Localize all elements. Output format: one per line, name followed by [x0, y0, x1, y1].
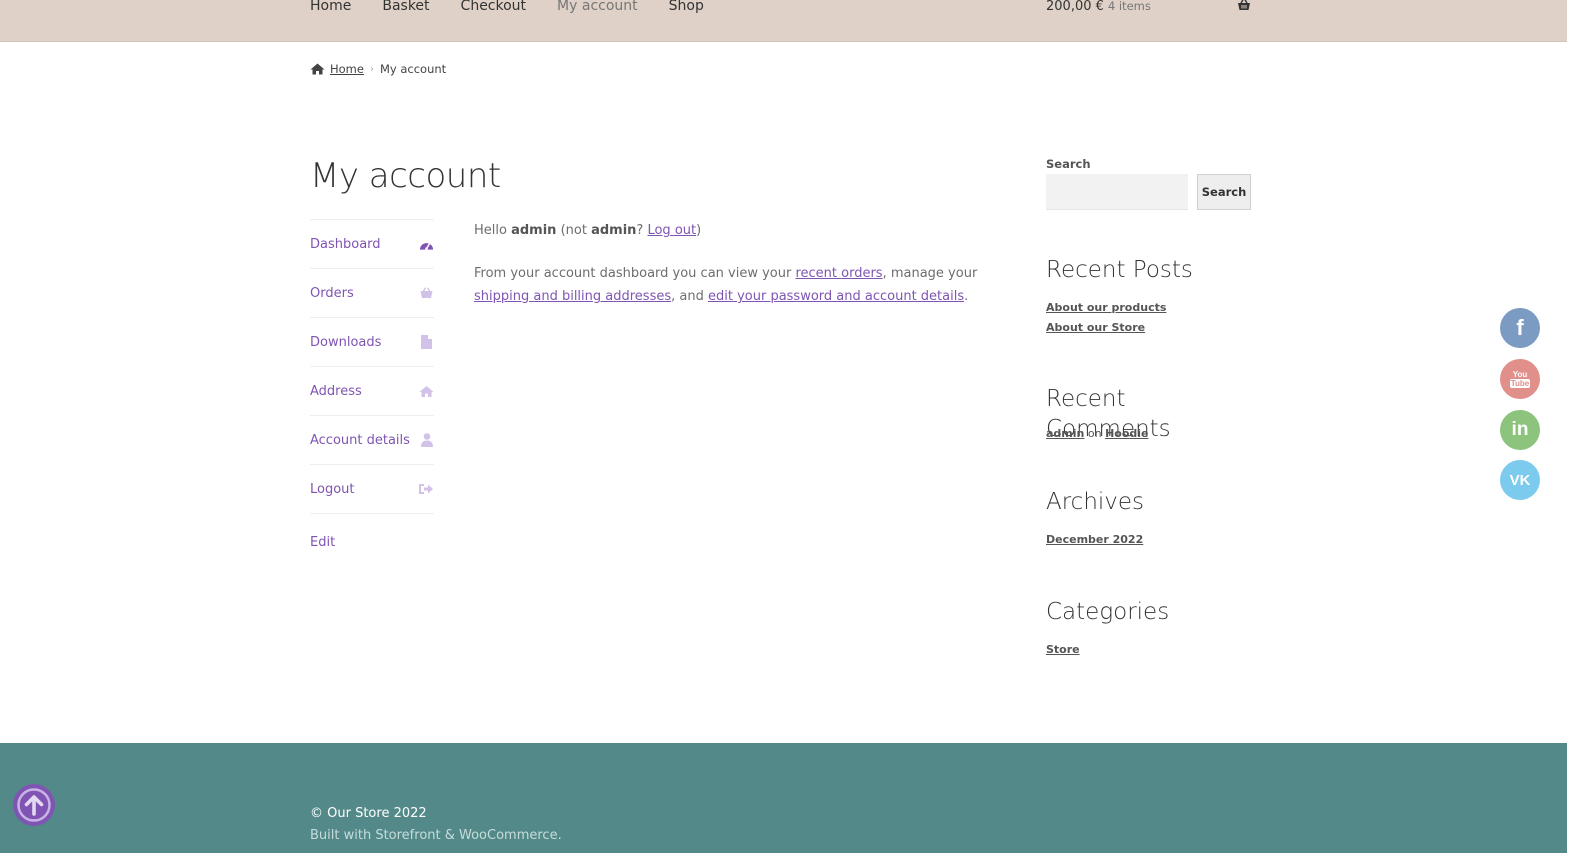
username: admin — [511, 223, 557, 238]
youtube-icon[interactable]: You Tube — [1500, 359, 1540, 399]
recent-comment: admin on Hoodie — [1046, 427, 1149, 440]
basket-icon[interactable] — [1237, 0, 1251, 11]
cart-amount: 200,00 € — [1046, 0, 1104, 14]
categories-title: Categories — [1046, 599, 1170, 625]
search-button[interactable]: Search — [1197, 174, 1251, 210]
account-nav-label: Logout — [310, 481, 355, 497]
header-cart[interactable]: 200,00 €4 items — [1046, 0, 1251, 17]
nav-shop[interactable]: Shop — [669, 0, 704, 16]
greeting: Hello admin (not admin? Log out) — [474, 223, 702, 238]
home-icon — [310, 63, 325, 75]
chevron-right-icon: › — [369, 63, 374, 75]
archives-title: Archives — [1046, 489, 1145, 515]
breadcrumb-home-link[interactable]: Home — [330, 62, 364, 76]
account-details-link[interactable]: edit your password and account details — [708, 289, 964, 304]
account-dashboard-content: Hello admin (not admin? Log out) From yo… — [474, 219, 1014, 328]
account-nav-label: Orders — [310, 285, 354, 301]
site-header: Home Basket Checkout My account Shop 200… — [0, 0, 1567, 42]
scroll-to-top-button[interactable] — [13, 784, 55, 826]
scrollbar[interactable] — [1567, 0, 1588, 853]
breadcrumb-current: My account — [379, 62, 447, 76]
nav-checkout[interactable]: Checkout — [461, 0, 527, 16]
logout-link[interactable]: Log out — [647, 223, 696, 238]
edit-link[interactable]: Edit — [310, 534, 335, 552]
account-nav-address[interactable]: Address — [310, 367, 434, 416]
comment-author-link[interactable]: admin — [1046, 427, 1084, 440]
primary-navigation: Home Basket Checkout My account Shop — [310, 0, 735, 16]
account-nav-dashboard[interactable]: Dashboard — [310, 220, 434, 269]
account-nav-label: Dashboard — [310, 236, 381, 252]
sign-out-icon — [419, 482, 434, 497]
nav-my-account[interactable]: My account — [557, 0, 638, 16]
comment-post-link[interactable]: Hoodie — [1105, 427, 1148, 440]
vk-icon[interactable]: VK — [1500, 460, 1540, 500]
linkedin-icon[interactable]: in — [1500, 410, 1540, 450]
basket-icon — [419, 286, 434, 301]
category-link[interactable]: Store — [1046, 642, 1080, 658]
username-not: admin — [591, 223, 637, 238]
copyright: © Our Store 2022 — [310, 806, 427, 821]
account-nav-label: Account details — [310, 432, 410, 448]
nav-basket[interactable]: Basket — [382, 0, 429, 16]
account-nav-label: Address — [310, 383, 362, 399]
facebook-icon[interactable]: f — [1500, 308, 1540, 348]
file-icon — [419, 335, 434, 350]
recent-post-link[interactable]: About our Store — [1046, 320, 1145, 336]
sidebar: Search Search Recent Posts About our pro… — [1046, 155, 1251, 656]
arrow-up-icon — [17, 788, 51, 822]
user-icon — [419, 433, 434, 448]
account-nav-orders[interactable]: Orders — [310, 269, 434, 318]
recent-posts-title: Recent Posts — [1046, 257, 1193, 283]
account-nav-account-details[interactable]: Account details — [310, 416, 434, 465]
account-nav-downloads[interactable]: Downloads — [310, 318, 434, 367]
addresses-link[interactable]: shipping and billing addresses — [474, 289, 671, 304]
page-title: My account — [310, 156, 501, 196]
account-nav-label: Downloads — [310, 334, 382, 350]
home-icon — [419, 384, 434, 399]
dashboard-intro: From your account dashboard you can view… — [474, 266, 978, 304]
search-input[interactable] — [1046, 174, 1188, 210]
cart-count: 4 items — [1107, 0, 1151, 13]
archive-link[interactable]: December 2022 — [1046, 532, 1143, 548]
recent-post-link[interactable]: About our products — [1046, 300, 1166, 316]
dashboard-icon — [419, 237, 434, 252]
recent-orders-link[interactable]: recent orders — [795, 266, 882, 281]
built-with-credit[interactable]: Built with Storefront & WooCommerce. — [310, 827, 562, 845]
search-label: Search — [1046, 157, 1091, 171]
breadcrumb: Home › My account — [310, 62, 446, 76]
nav-home[interactable]: Home — [310, 0, 351, 16]
site-footer: © Our Store 2022 Built with Storefront &… — [0, 743, 1567, 853]
account-navigation: Dashboard Orders Downloads Address Accou… — [310, 219, 434, 514]
account-nav-logout[interactable]: Logout — [310, 465, 434, 514]
